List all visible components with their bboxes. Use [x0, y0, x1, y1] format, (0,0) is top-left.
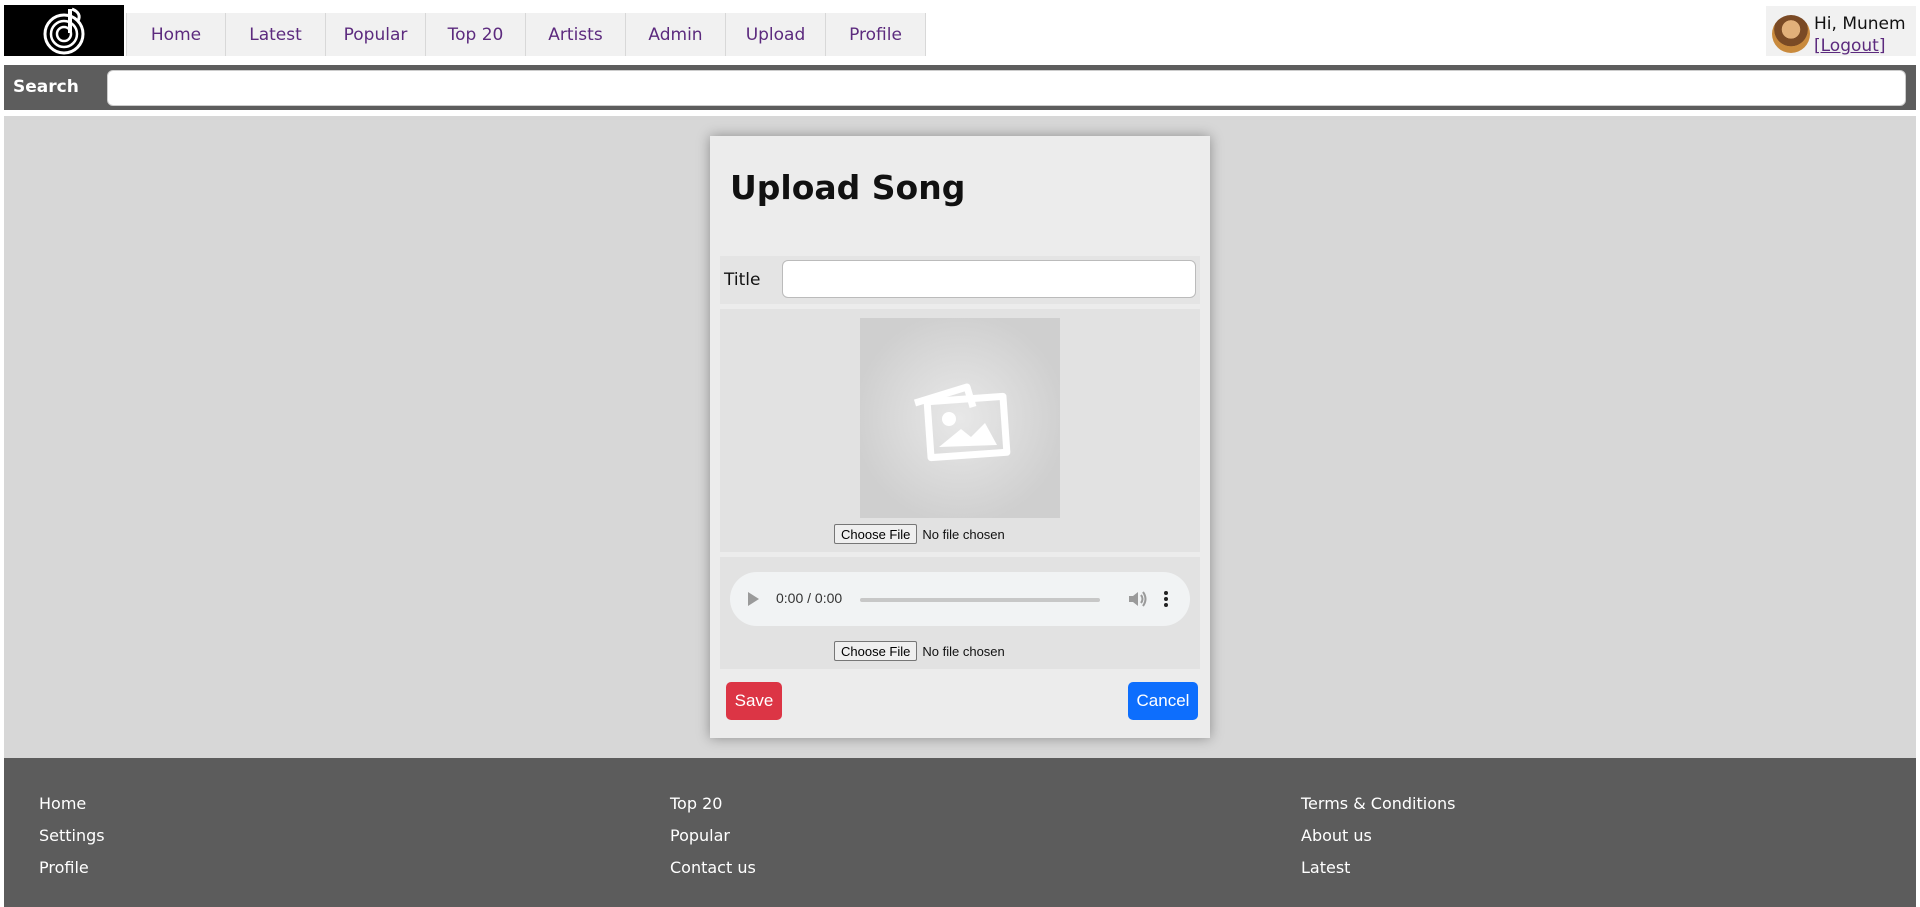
- image-placeholder-icon: [913, 383, 1011, 462]
- volume-icon[interactable]: [1126, 588, 1150, 610]
- nav-item-admin[interactable]: Admin: [626, 13, 726, 56]
- choose-audio-button[interactable]: Choose File: [834, 641, 918, 661]
- nav-item-upload[interactable]: Upload: [726, 13, 826, 56]
- nav-item-latest[interactable]: Latest: [226, 13, 326, 56]
- play-icon[interactable]: [748, 592, 759, 606]
- main-nav: Home Latest Popular Top 20 Artists Admin…: [126, 13, 926, 56]
- search-input[interactable]: [107, 70, 1906, 106]
- title-field-row: Title: [720, 256, 1200, 304]
- audio-upload-panel: 0:00 / 0:00 Choose File No file chosen: [720, 557, 1200, 669]
- audio-file-input: Choose File No file chosen: [834, 641, 1005, 661]
- site-footer: Home Settings Profile Top 20 Popular Con…: [4, 758, 1916, 907]
- footer-link-contact[interactable]: Contact us: [670, 856, 756, 879]
- user-panel: Hi, Munem [Logout]: [1766, 6, 1916, 56]
- site-header: Home Latest Popular Top 20 Artists Admin…: [4, 5, 1916, 56]
- save-button[interactable]: Save: [726, 682, 782, 720]
- logout-link[interactable]: [Logout]: [1814, 36, 1885, 56]
- choose-image-button[interactable]: Choose File: [834, 524, 918, 544]
- search-bar: Search: [4, 65, 1916, 110]
- audio-progress-bar[interactable]: [860, 598, 1100, 602]
- title-label: Title: [724, 270, 761, 290]
- footer-column-1: Home Settings Profile: [39, 792, 105, 879]
- avatar[interactable]: [1772, 15, 1810, 53]
- nav-item-home[interactable]: Home: [126, 13, 226, 56]
- title-input[interactable]: [782, 260, 1196, 298]
- footer-link-popular[interactable]: Popular: [670, 824, 756, 847]
- nav-item-profile[interactable]: Profile: [826, 13, 926, 56]
- nav-item-artists[interactable]: Artists: [526, 13, 626, 56]
- audio-file-status: No file chosen: [922, 643, 1005, 659]
- footer-link-home[interactable]: Home: [39, 792, 105, 815]
- nav-item-popular[interactable]: Popular: [326, 13, 426, 56]
- footer-link-profile[interactable]: Profile: [39, 856, 105, 879]
- audio-player: 0:00 / 0:00: [730, 572, 1190, 626]
- cancel-button[interactable]: Cancel: [1128, 682, 1198, 720]
- site-logo[interactable]: [4, 5, 124, 56]
- nav-item-top20[interactable]: Top 20: [426, 13, 526, 56]
- more-options-icon[interactable]: [1162, 588, 1170, 610]
- page-title: Upload Song: [730, 168, 966, 207]
- footer-link-latest[interactable]: Latest: [1301, 856, 1455, 879]
- footer-link-terms[interactable]: Terms & Conditions: [1301, 792, 1455, 815]
- search-label: Search: [13, 77, 79, 97]
- main-content: Upload Song Title Choose File No file ch…: [4, 116, 1916, 758]
- audio-time: 0:00 / 0:00: [776, 590, 843, 606]
- image-upload-panel: Choose File No file chosen: [720, 309, 1200, 552]
- music-note-disc-logo-icon: [43, 7, 85, 54]
- footer-column-2: Top 20 Popular Contact us: [670, 792, 756, 879]
- upload-song-form: Upload Song Title Choose File No file ch…: [710, 136, 1210, 738]
- footer-link-settings[interactable]: Settings: [39, 824, 105, 847]
- footer-link-about[interactable]: About us: [1301, 824, 1455, 847]
- image-file-status: No file chosen: [922, 526, 1005, 542]
- footer-link-top20[interactable]: Top 20: [670, 792, 756, 815]
- image-preview: [860, 318, 1060, 518]
- image-file-input: Choose File No file chosen: [834, 524, 1005, 544]
- footer-column-3: Terms & Conditions About us Latest: [1301, 792, 1455, 879]
- user-greeting: Hi, Munem: [1814, 14, 1906, 34]
